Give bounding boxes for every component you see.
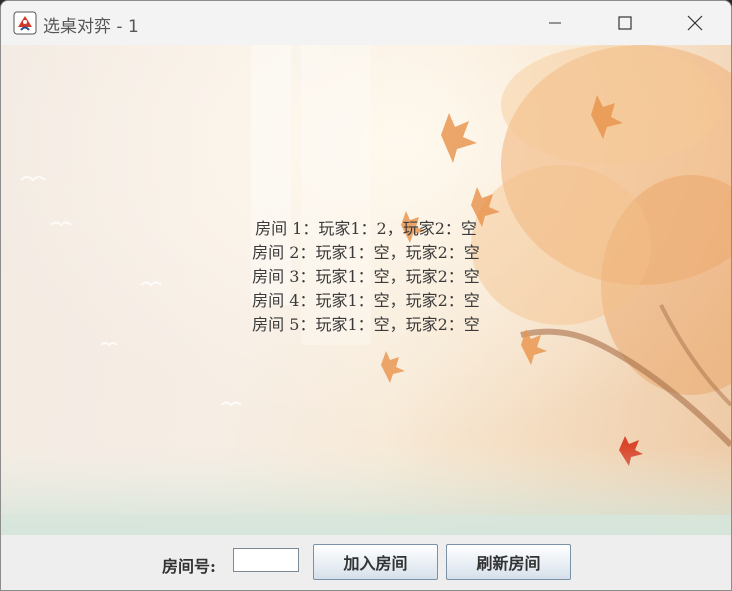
close-button[interactable] — [672, 1, 718, 45]
room-item-5[interactable]: 房间 5：玩家1：空，玩家2：空 — [1, 313, 731, 337]
room-item-4[interactable]: 房间 4：玩家1：空，玩家2：空 — [1, 289, 731, 313]
app-window: 选桌对弈 - 1 房间 1：玩家1：2，玩家2：空 房间 2：玩家1：空，玩家2… — [0, 0, 732, 591]
close-icon — [687, 15, 703, 31]
title-bar[interactable]: 选桌对弈 - 1 — [1, 1, 731, 45]
room-number-label: 房间号: — [162, 557, 216, 576]
java-app-icon — [13, 11, 37, 35]
room-item-2[interactable]: 房间 2：玩家1：空，玩家2：空 — [1, 241, 731, 265]
minimize-icon — [549, 22, 561, 24]
window-title: 选桌对弈 - 1 — [43, 17, 139, 37]
maximize-button[interactable] — [602, 1, 648, 45]
maximize-icon — [618, 16, 632, 30]
minimize-button[interactable] — [532, 1, 578, 45]
bottom-control-bar: 房间号: 加入房间 刷新房间 — [1, 535, 731, 590]
refresh-rooms-button[interactable]: 刷新房间 — [446, 544, 571, 580]
room-list: 房间 1：玩家1：2，玩家2：空 房间 2：玩家1：空，玩家2：空 房间 3：玩… — [1, 217, 731, 337]
join-room-button[interactable]: 加入房间 — [313, 544, 438, 580]
room-item-1[interactable]: 房间 1：玩家1：2，玩家2：空 — [1, 217, 731, 241]
room-number-input[interactable] — [233, 548, 299, 572]
background-image-panel: 房间 1：玩家1：2，玩家2：空 房间 2：玩家1：空，玩家2：空 房间 3：玩… — [1, 45, 731, 535]
room-item-3[interactable]: 房间 3：玩家1：空，玩家2：空 — [1, 265, 731, 289]
